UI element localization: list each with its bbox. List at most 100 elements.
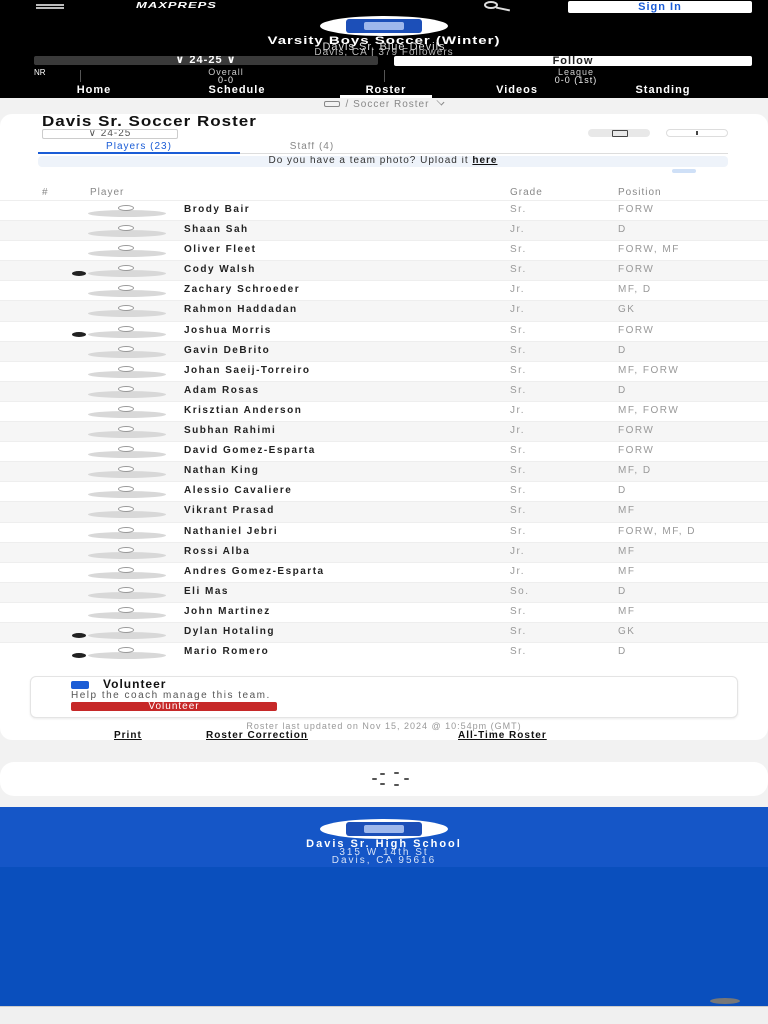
- table-row[interactable]: Mario Romero Sr. D: [0, 642, 768, 662]
- table-row[interactable]: Dylan Hotaling Sr. GK: [0, 621, 768, 643]
- site-logo[interactable]: MAXPREPS: [136, 1, 217, 10]
- photo-prompt: Do you have a team photo? Upload it: [268, 156, 473, 166]
- player-name[interactable]: Nathaniel Jebri: [184, 526, 278, 537]
- player-avatar: [88, 345, 166, 358]
- print-icon[interactable]: [588, 129, 650, 137]
- roster-correction-link[interactable]: Roster Correction: [206, 731, 308, 741]
- player-name[interactable]: Brody Bair: [184, 205, 250, 215]
- player-grade: Jr.: [510, 404, 526, 416]
- player-name[interactable]: Zachary Schroeder: [184, 285, 300, 295]
- team-rank: NR: [34, 68, 46, 77]
- player-avatar: [88, 506, 166, 519]
- sign-in-button[interactable]: Sign In: [568, 1, 752, 13]
- tab-home[interactable]: Home: [56, 85, 132, 98]
- team-photo-banner: Do you have a team photo? Upload it here: [38, 156, 728, 167]
- table-row[interactable]: Cody Walsh Sr. FORW: [0, 260, 768, 281]
- hamburger-menu-icon[interactable]: [36, 4, 64, 9]
- table-row[interactable]: Oliver Fleet Sr. FORW, MF: [0, 240, 768, 260]
- player-grade: Sr.: [510, 445, 527, 457]
- player-name[interactable]: David Gomez-Esparta: [184, 446, 316, 456]
- stat-value: 0-0: [217, 75, 234, 85]
- breadcrumb-current[interactable]: Soccer Roster: [353, 99, 429, 110]
- volunteer-card: Volunteer Help the coach manage this tea…: [30, 676, 738, 718]
- captain-icon: [72, 331, 86, 337]
- table-row[interactable]: Vikrant Prasad Sr. MF: [0, 501, 768, 522]
- table-row[interactable]: Alessio Cavaliere Sr. D: [0, 481, 768, 501]
- school-logo[interactable]: [320, 819, 448, 839]
- player-avatar: [88, 566, 166, 579]
- player-avatar: [88, 285, 166, 298]
- tab-staff[interactable]: Staff (4): [252, 142, 372, 154]
- table-row[interactable]: Nathan King Sr. MF, D: [0, 461, 768, 482]
- player-position: FORW: [618, 426, 655, 437]
- table-row[interactable]: Zachary Schroeder Jr. MF, D: [0, 280, 768, 300]
- tab-schedule[interactable]: Schedule: [178, 85, 296, 98]
- table-row[interactable]: Andres Gomez-Esparta Jr. MF: [0, 561, 768, 582]
- season-dropdown[interactable]: ∨ 24-25 ∨: [34, 56, 378, 65]
- player-position: D: [618, 647, 627, 658]
- player-name[interactable]: Johan Saeij-Torreiro: [184, 365, 311, 376]
- player-name[interactable]: Alessio Cavaliere: [184, 486, 292, 496]
- table-row[interactable]: David Gomez-Esparta Sr. FORW: [0, 441, 768, 461]
- roster-year-dropdown[interactable]: ∨ 24-25: [42, 129, 178, 139]
- table-row[interactable]: Rahmon Haddadan Jr. GK: [0, 300, 768, 321]
- player-name[interactable]: Rahmon Haddadan: [184, 305, 298, 315]
- player-grade: Sr.: [510, 646, 527, 658]
- player-name[interactable]: Cody Walsh: [184, 265, 256, 275]
- table-row[interactable]: Adam Rosas Sr. D: [0, 380, 768, 401]
- player-avatar: [88, 205, 166, 217]
- player-name[interactable]: Shaan Sah: [184, 225, 249, 235]
- table-row[interactable]: Joshua Morris Sr. FORW: [0, 320, 768, 341]
- table-row[interactable]: Shaan Sah Jr. D: [0, 220, 768, 241]
- share-icon[interactable]: [666, 129, 728, 137]
- all-time-roster-link[interactable]: All-Time Roster: [458, 731, 547, 741]
- tab-videos[interactable]: Videos: [472, 85, 562, 98]
- chat-icon[interactable]: [710, 998, 740, 1004]
- home-icon[interactable]: [323, 101, 340, 108]
- player-position: D: [618, 345, 627, 356]
- print-link[interactable]: Print: [114, 731, 142, 741]
- table-row[interactable]: Gavin DeBrito Sr. D: [0, 340, 768, 361]
- player-name[interactable]: Rossi Alba: [184, 546, 250, 557]
- captain-icon: [72, 271, 86, 277]
- table-row[interactable]: Brody Bair Sr. FORW: [0, 200, 768, 220]
- search-icon[interactable]: [480, 1, 522, 12]
- tab-standing[interactable]: Standing: [606, 85, 720, 98]
- player-name[interactable]: Adam Rosas: [184, 385, 260, 396]
- player-name[interactable]: Dylan Hotaling: [184, 626, 275, 637]
- player-name[interactable]: Gavin DeBrito: [184, 345, 270, 356]
- player-name[interactable]: John Martinez: [184, 606, 271, 617]
- tab-players[interactable]: Players (23): [38, 142, 240, 154]
- player-name[interactable]: Mario Romero: [184, 647, 269, 657]
- player-position: GK: [618, 626, 636, 637]
- table-row[interactable]: Krisztian Anderson Jr. MF, FORW: [0, 400, 768, 421]
- table-row[interactable]: Johan Saeij-Torreiro Sr. MF, FORW: [0, 360, 768, 381]
- stat-divider: [384, 70, 385, 82]
- roster-footer-links: Print Roster Correction All-Time Roster: [0, 731, 768, 741]
- follow-button[interactable]: Follow: [394, 56, 752, 66]
- stat-league: League 0-0 (1st): [486, 68, 666, 85]
- table-row[interactable]: Subhan Rahimi Jr. FORW: [0, 421, 768, 442]
- volunteer-button[interactable]: Volunteer: [71, 702, 277, 711]
- player-grade: Sr.: [510, 364, 527, 376]
- table-row[interactable]: Rossi Alba Jr. MF: [0, 541, 768, 562]
- tab-roster[interactable]: Roster: [340, 85, 432, 98]
- school-city: Davis, CA 95616: [331, 855, 437, 866]
- column-player: Player: [90, 187, 125, 198]
- table-row[interactable]: Eli Mas So. D: [0, 581, 768, 602]
- table-row[interactable]: John Martinez Sr. MF: [0, 601, 768, 622]
- player-name[interactable]: Joshua Morris: [184, 325, 272, 336]
- school-footer: Davis Sr. High School 315 W 14th St Davi…: [0, 807, 768, 1006]
- player-name[interactable]: Krisztian Anderson: [184, 405, 302, 416]
- player-name[interactable]: Vikrant Prasad: [184, 506, 275, 516]
- player-name[interactable]: Oliver Fleet: [184, 245, 256, 255]
- player-name[interactable]: Andres Gomez-Esparta: [184, 566, 325, 577]
- player-avatar: [88, 446, 166, 459]
- upload-icon[interactable]: [672, 169, 696, 173]
- upload-photo-link[interactable]: here: [472, 156, 497, 166]
- player-name[interactable]: Eli Mas: [184, 586, 229, 597]
- table-row[interactable]: Nathaniel Jebri Sr. FORW, MF, D: [0, 521, 768, 542]
- player-name[interactable]: Subhan Rahimi: [184, 426, 276, 436]
- chevron-down-icon[interactable]: [436, 97, 445, 106]
- player-name[interactable]: Nathan King: [184, 466, 259, 476]
